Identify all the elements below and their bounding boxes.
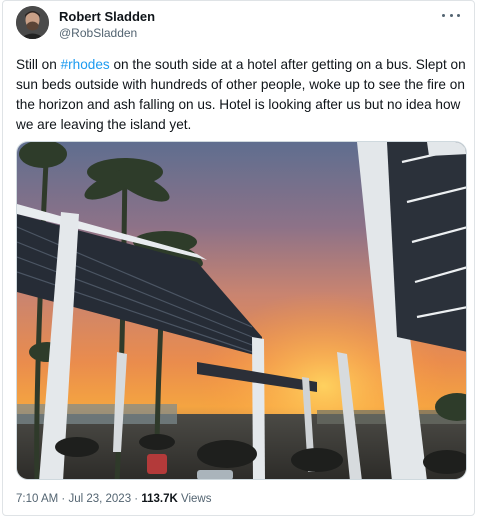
separator: · [58,493,69,505]
separator: · [131,493,142,505]
views-label: Views [177,493,212,505]
profile-photo-icon [16,6,49,39]
author-display-name[interactable]: Robert Sladden [59,9,155,24]
author-avatar[interactable] [16,6,49,39]
tweet-meta: 7:10 AM · Jul 23, 2023 · 113.7K Views [16,493,211,505]
sunset-photo-image [17,142,466,479]
dot [442,13,445,17]
more-options-icon[interactable] [442,9,460,21]
tweet-card: Robert Sladden @RobSladden Still on #rho… [2,0,475,516]
dot [457,13,460,17]
views-count: 113.7K [141,493,178,505]
tweet-photo[interactable] [16,141,467,480]
tweet-text-part: Still on [16,57,61,72]
tweet-text: Still on #rhodes on the south side at a … [16,55,466,135]
tweet-date[interactable]: Jul 23, 2023 [68,493,131,505]
hashtag-link[interactable]: #rhodes [61,57,110,72]
author-handle[interactable]: @RobSladden [59,26,137,40]
tweet-time[interactable]: 7:10 AM [16,493,58,505]
dot [449,13,453,17]
